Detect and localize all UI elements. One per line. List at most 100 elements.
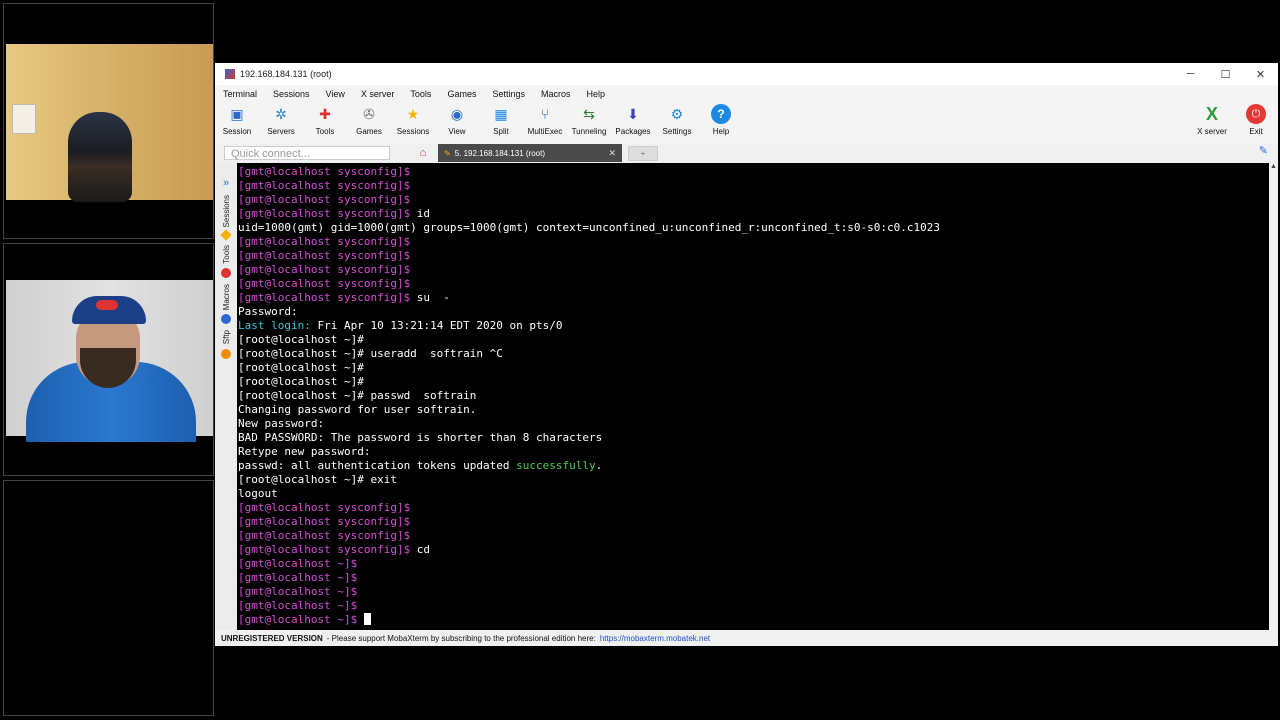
servers-button[interactable]: ✲ Servers	[259, 104, 303, 136]
packages-button[interactable]: ⬇ Packages	[611, 104, 655, 136]
session-button[interactable]: ▣ Session	[215, 104, 259, 136]
webcam-panel-2	[3, 243, 214, 476]
multiexec-button[interactable]: ⑂ MultiExec	[523, 104, 567, 136]
terminal-text: [root@localhost ~]#	[238, 333, 364, 346]
exit-button[interactable]: ⏻ Exit	[1234, 104, 1278, 136]
status-bar: UNREGISTERED VERSION - Please support Mo…	[215, 630, 1278, 646]
terminal-text: [gmt@localhost sysconfig]$	[238, 291, 411, 304]
star-side-icon	[220, 229, 232, 242]
terminal-text: Last login:	[238, 319, 311, 332]
terminal-text: [gmt@localhost sysconfig]$	[238, 501, 411, 514]
menu-terminal[interactable]: Terminal	[215, 89, 265, 99]
terminal-text: [gmt@localhost sysconfig]$	[238, 165, 411, 178]
terminal-tab-icon: ✎	[444, 148, 451, 158]
terminal-line: New password:	[238, 417, 324, 431]
terminal-line: [root@localhost ~]#	[238, 333, 364, 347]
terminal-text: [gmt@localhost sysconfig]$	[238, 207, 411, 220]
scroll-up-icon[interactable]: ▲	[1269, 163, 1278, 170]
menu-tools[interactable]: Tools	[402, 89, 439, 99]
games-button[interactable]: ✇ Games	[347, 104, 391, 136]
terminal-text: Password:	[238, 305, 298, 318]
side-tab-sftp[interactable]: Sftp	[222, 330, 231, 344]
terminal-text: uid=1000(gmt) gid=1000(gmt) groups=1000(…	[238, 221, 940, 234]
terminal-text: passwd: all authentication tokens update…	[238, 459, 517, 472]
help-button[interactable]: ? Help	[699, 104, 743, 136]
x-server-button[interactable]: X X server	[1190, 104, 1234, 136]
settings-button[interactable]: ⚙ Settings	[655, 104, 699, 136]
tunneling-button[interactable]: ⇆ Tunneling	[567, 104, 611, 136]
terminal-text: [gmt@localhost sysconfig]$	[238, 179, 411, 192]
servers-icon: ✲	[275, 106, 287, 122]
side-tab-tools[interactable]: Tools	[222, 245, 231, 264]
terminal-line: passwd: all authentication tokens update…	[238, 459, 602, 473]
terminal-line: [gmt@localhost sysconfig]$	[238, 501, 410, 515]
title-bar: 192.168.184.131 (root) ─ ☐ ✕	[215, 63, 1278, 85]
toolbar: ▣ Session ✲ Servers ✚ Tools ✇ Games ★ Session…	[215, 102, 1278, 144]
terminal-scrollbar[interactable]: ▲	[1269, 163, 1278, 630]
person-1	[68, 112, 132, 202]
close-tab-icon[interactable]: ✕	[608, 148, 616, 159]
menu-settings[interactable]: Settings	[484, 89, 533, 99]
terminal-text: [gmt@localhost ~]$	[238, 599, 358, 612]
terminal-line: [gmt@localhost sysconfig]$	[238, 165, 410, 179]
terminal-line: Password:	[238, 305, 298, 319]
menu-sessions[interactable]: Sessions	[265, 89, 318, 99]
split-icon: ▦	[494, 106, 508, 122]
terminal-text: [gmt@localhost ~]$	[238, 571, 358, 584]
terminal-text: [gmt@localhost sysconfig]$	[238, 249, 411, 262]
app-icon	[225, 69, 235, 79]
mobatek-link[interactable]: https://mobaxterm.mobatek.net	[600, 634, 710, 643]
x-server-label: X server	[1197, 127, 1227, 136]
paperclip-icon[interactable]: ✎	[1259, 144, 1268, 157]
session-icon: ▣	[230, 106, 244, 122]
view-button[interactable]: ◉ View	[435, 104, 479, 136]
menu-help[interactable]: Help	[579, 89, 614, 99]
menu-macros[interactable]: Macros	[533, 89, 579, 99]
terminal-line: [gmt@localhost ~]$	[238, 613, 371, 627]
terminal-text: cd	[410, 543, 431, 556]
maximize-button[interactable]: ☐	[1208, 68, 1243, 81]
terminal-text: [gmt@localhost sysconfig]$	[238, 543, 411, 556]
terminal-line: [gmt@localhost sysconfig]$	[238, 263, 410, 277]
power-icon: ⏻	[1246, 104, 1266, 124]
games-label: Games	[356, 127, 382, 136]
terminal-text: id	[410, 207, 431, 220]
xserver-icon: X	[1205, 104, 1218, 124]
menu-x-server[interactable]: X server	[353, 89, 403, 99]
wall-switch	[12, 104, 36, 134]
window-title: 192.168.184.131 (root)	[240, 69, 332, 79]
split-button[interactable]: ▦ Split	[479, 104, 523, 136]
star-icon: ★	[406, 106, 420, 122]
sftp-side-icon	[221, 348, 231, 359]
terminal-text: [gmt@localhost sysconfig]$	[238, 529, 411, 542]
session-tab[interactable]: ✎ 5. 192.168.184.131 (root) ✕	[438, 144, 622, 162]
terminal-text: [gmt@localhost sysconfig]$	[238, 235, 411, 248]
terminal-text: BAD PASSWORD: The password is shorter th…	[238, 431, 603, 444]
menu-view[interactable]: View	[318, 89, 353, 99]
terminal-text: Retype new password:	[238, 445, 371, 458]
menu-games[interactable]: Games	[439, 89, 484, 99]
minimize-button[interactable]: ─	[1173, 68, 1208, 80]
side-tab-macros[interactable]: Macros	[222, 284, 231, 310]
multiexec-label: MultiExec	[527, 127, 563, 136]
terminal-text: [gmt@localhost sysconfig]$	[238, 193, 411, 206]
terminal-text: [gmt@localhost ~]$	[238, 557, 358, 570]
terminal-line: [gmt@localhost sysconfig]$	[238, 529, 410, 543]
side-tab-sessions[interactable]: Sessions	[222, 195, 231, 227]
terminal-text: [gmt@localhost sysconfig]$	[238, 277, 411, 290]
new-tab-button[interactable]: +	[628, 145, 658, 161]
close-button[interactable]: ✕	[1243, 68, 1278, 81]
terminal-output[interactable]: [gmt@localhost sysconfig]$ [gmt@localhost…	[237, 163, 1269, 630]
quick-connect-input[interactable]: Quick connect...	[224, 146, 390, 160]
terminal-line: Changing password for user softrain.	[238, 403, 476, 417]
terminal-text: [root@localhost ~]#	[238, 375, 364, 388]
expand-sidebar-icon[interactable]: »	[215, 177, 237, 189]
macros-side-icon	[221, 314, 231, 325]
packages-icon: ⬇	[627, 106, 639, 122]
sessions-button[interactable]: ★ Sessions	[391, 104, 435, 136]
tunneling-label: Tunneling	[571, 127, 607, 136]
terminal-line: Retype new password:	[238, 445, 370, 459]
tools-button[interactable]: ✚ Tools	[303, 104, 347, 136]
home-icon[interactable]: ⌂	[412, 147, 434, 159]
